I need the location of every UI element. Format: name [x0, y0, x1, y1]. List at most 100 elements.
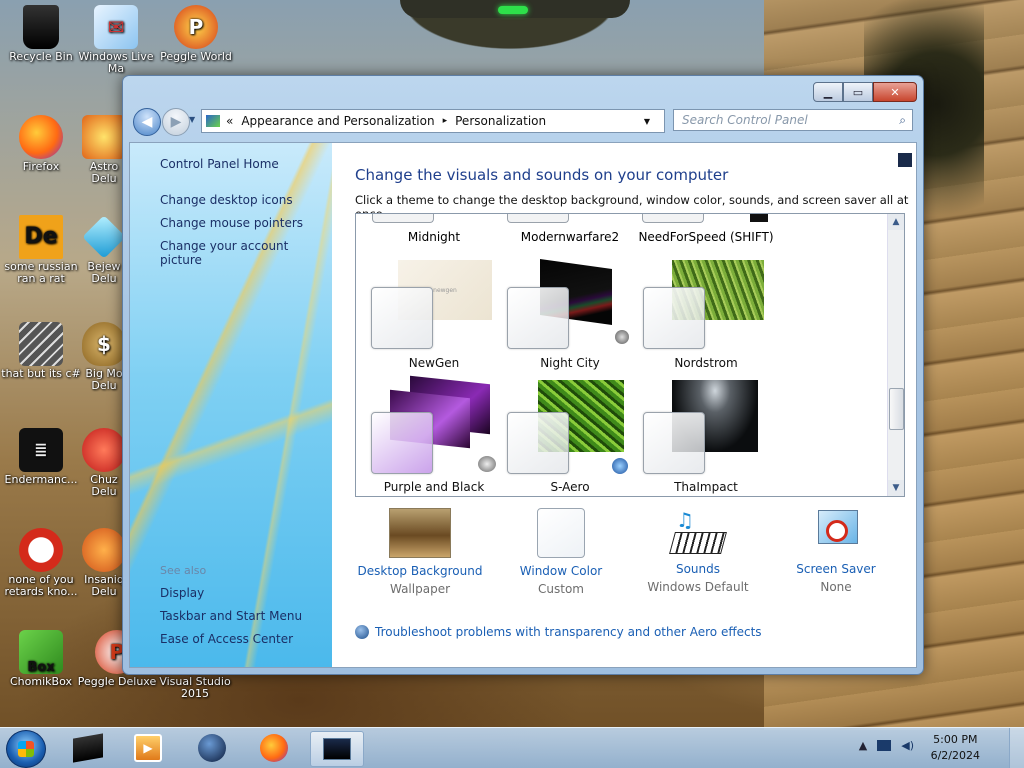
back-button[interactable]: ◀ [133, 108, 161, 136]
desktop-icon-endermanch[interactable]: ≣ Endermanc... [0, 428, 82, 486]
theme-purple-and-black[interactable]: Purple and Black [364, 375, 504, 494]
sounds-setting[interactable]: ♫ Sounds Windows Default [633, 508, 763, 594]
desktop-background-label[interactable]: Desktop Background [355, 564, 485, 578]
theme-nordstrom[interactable]: Nordstrom [636, 260, 776, 370]
desktop-icon-none-of-you[interactable]: none of you retards kno... [0, 528, 82, 598]
desktop-icon-that-but-csharp[interactable]: that but its c# [0, 322, 82, 380]
theme-glass [643, 287, 705, 349]
search-input[interactable]: Search Control Panel ⌕ [673, 109, 913, 131]
desktop-icon-label: Astro Delu [89, 160, 119, 185]
peggle-icon: P [174, 5, 218, 49]
de-icon: De [19, 215, 63, 259]
desktop-icon-some-russian[interactable]: De some russian ran a rat [0, 215, 82, 285]
breadcrumb-arrow-icon[interactable]: ▸ [443, 116, 448, 126]
troubleshoot-label[interactable]: Troubleshoot problems with transparency … [375, 625, 762, 639]
address-dropdown-icon[interactable]: ▼ [644, 117, 650, 126]
theme-s-aero[interactable]: S-Aero [500, 380, 640, 494]
taskbar-start-menu-link[interactable]: Taskbar and Start Menu [160, 609, 302, 623]
desktop-background-value: Wallpaper [389, 582, 451, 596]
scroll-up-icon[interactable]: ▲ [888, 214, 904, 230]
desktop-icon-peggle-world[interactable]: P Peggle World [155, 5, 237, 63]
desktop-icon-label: Recycle Bin [9, 50, 73, 63]
close-button[interactable]: ✕ [873, 82, 917, 102]
desktop-icon-label: Bejew Delu [87, 260, 121, 285]
screen-saver-setting[interactable]: Screen Saver None [771, 508, 901, 594]
show-hidden-icons[interactable]: ▲ [859, 739, 867, 752]
theme-glass [643, 412, 705, 474]
hamster-icon: Box [19, 630, 63, 674]
theme-name-needforspeed[interactable]: NeedForSpeed (SHIFT) [636, 230, 776, 244]
clock[interactable]: 5:00 PM 6/2/2024 [931, 732, 980, 764]
theme-name-modernwarfare2[interactable]: Modernwarfare2 [500, 230, 640, 244]
theme-list-scrollbar[interactable]: ▲ ▼ [887, 214, 904, 496]
taskbar-item-media-player[interactable]: ▶ [122, 731, 174, 765]
taskbar-item-explorer[interactable] [62, 731, 114, 765]
taskbar-item-firefox[interactable] [248, 731, 300, 765]
breadcrumb-appearance[interactable]: Appearance and Personalization [241, 114, 434, 128]
volume-icon[interactable]: ◀) [901, 739, 914, 752]
taskbar-item-globe[interactable] [186, 731, 238, 765]
personalization-window: ▁ ▭ ✕ ◀ ▶ ▼ « Appearance and Personaliza… [122, 75, 924, 675]
ease-of-access-link[interactable]: Ease of Access Center [160, 632, 293, 646]
globe-icon [198, 734, 226, 762]
breadcrumb-personalization[interactable]: Personalization [455, 114, 546, 128]
back-arrow-icon: ◀ [141, 114, 153, 130]
troubleshoot-link[interactable]: Troubleshoot problems with transparency … [355, 625, 762, 639]
troubleshoot-icon [355, 625, 369, 639]
desktop-icon-chuzzle[interactable]: Chuz Delu [82, 428, 126, 498]
desktop-icon-label: none of you retards kno... [4, 573, 78, 598]
theme-stub [642, 214, 704, 223]
desktop-icon-chomikbox[interactable]: Box ChomikBox [0, 630, 82, 688]
scroll-thumb[interactable] [889, 388, 904, 430]
desktop-icon-label: Chuz Delu [90, 473, 118, 498]
desktop-background-setting[interactable]: Desktop Background Wallpaper [355, 508, 485, 596]
green-led [498, 6, 528, 14]
theme-name: ThaImpact [674, 480, 738, 494]
desktop-icon-windows-live-mail[interactable]: ✉ Windows Live Ma [75, 5, 157, 75]
change-account-picture-link[interactable]: Change your account picture [160, 239, 332, 267]
theme-newgen[interactable]: newgen NewGen [364, 260, 504, 370]
windows-logo-icon [18, 741, 34, 757]
screen-saver-label[interactable]: Screen Saver [771, 562, 901, 576]
search-icon[interactable]: ⌕ [899, 113, 906, 128]
theme-night-city[interactable]: Night City [500, 258, 640, 370]
breadcrumb-overflow[interactable]: « [226, 114, 233, 128]
desktop-icon-insaniquarium[interactable]: Insaniq Delu [82, 528, 126, 598]
control-panel-home-link[interactable]: Control Panel Home [160, 157, 279, 171]
desktop-icon-big-money[interactable]: $ Big Mo Delu [82, 322, 126, 392]
theme-name: NewGen [408, 356, 460, 370]
desktop-icon-bejeweled[interactable]: Bejew Delu [82, 215, 126, 285]
theme-list[interactable]: Midnight Modernwarfare2 NeedForSpeed (SH… [355, 213, 905, 497]
recent-pages-dropdown[interactable]: ▼ [189, 115, 195, 124]
desktop-icon-label: Endermanc... [4, 473, 78, 486]
change-mouse-pointers-link[interactable]: Change mouse pointers [160, 216, 303, 230]
change-desktop-icons-link[interactable]: Change desktop icons [160, 193, 293, 207]
desktop-icon-recycle-bin[interactable]: Recycle Bin [0, 5, 82, 63]
show-desktop-button[interactable] [1009, 728, 1024, 768]
windows-badge-icon [612, 458, 628, 474]
theme-glass [371, 412, 433, 474]
music-notes-icon: ♫ [676, 508, 694, 532]
scroll-down-icon[interactable]: ▼ [888, 480, 904, 496]
network-icon[interactable] [877, 740, 892, 751]
dragon-icon [19, 528, 63, 572]
start-button[interactable] [6, 730, 46, 768]
desktop-icon-astro[interactable]: Astro Delu [82, 115, 126, 185]
content-area: Control Panel Home Change desktop icons … [129, 142, 917, 668]
minimize-button[interactable]: ▁ [813, 82, 843, 102]
caption-buttons: ▁ ▭ ✕ [813, 82, 917, 102]
window-color-setting[interactable]: Window Color Custom [496, 508, 626, 596]
display-link[interactable]: Display [160, 586, 204, 600]
theme-name-midnight[interactable]: Midnight [364, 230, 504, 244]
window-color-label[interactable]: Window Color [496, 564, 626, 578]
help-icon[interactable] [898, 153, 912, 167]
theme-glass [507, 412, 569, 474]
sounds-label[interactable]: Sounds [633, 562, 763, 576]
address-bar[interactable]: « Appearance and Personalization ▸ Perso… [201, 109, 665, 133]
theme-thaimpact[interactable]: ThaImpact [636, 380, 776, 494]
maximize-button[interactable]: ▭ [843, 82, 873, 102]
taskbar-item-control-panel[interactable] [310, 731, 364, 767]
desktop-icon-label: that but its c# [1, 367, 81, 380]
desktop-icon-firefox[interactable]: Firefox [0, 115, 82, 173]
forward-button[interactable]: ▶ [162, 108, 190, 136]
